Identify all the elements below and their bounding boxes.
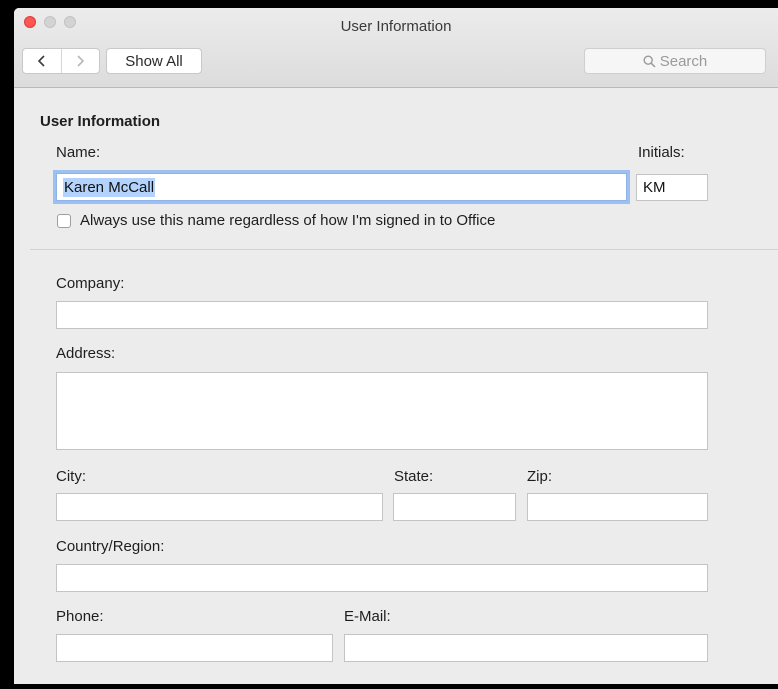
phone-field[interactable] bbox=[56, 634, 333, 662]
initials-field[interactable]: KM bbox=[636, 174, 708, 201]
user-information-pane: User Information Name: Karen McCall Init… bbox=[14, 88, 778, 684]
always-use-name-checkbox[interactable] bbox=[57, 214, 71, 228]
name-label: Name: bbox=[56, 144, 101, 161]
chevron-left-icon bbox=[37, 55, 45, 67]
preferences-window: User Information Show All Search User In… bbox=[14, 8, 778, 684]
initials-label: Initials: bbox=[638, 144, 685, 161]
country-region-label: Country/Region: bbox=[56, 538, 165, 555]
company-label: Company: bbox=[56, 275, 125, 292]
country-region-field[interactable] bbox=[56, 564, 708, 592]
chevron-right-icon bbox=[77, 55, 85, 67]
name-field-value: Karen McCall bbox=[63, 177, 156, 197]
address-label: Address: bbox=[56, 345, 116, 362]
state-field[interactable] bbox=[393, 493, 516, 521]
city-label: City: bbox=[56, 468, 86, 485]
section-divider bbox=[30, 249, 778, 250]
initials-field-value: KM bbox=[643, 179, 666, 196]
search-icon bbox=[643, 54, 656, 68]
window-title: User Information bbox=[340, 18, 452, 35]
forward-button[interactable] bbox=[60, 49, 100, 73]
search-field[interactable]: Search bbox=[584, 48, 766, 74]
company-field[interactable] bbox=[56, 301, 708, 329]
city-field[interactable] bbox=[56, 493, 383, 521]
navigation-buttons bbox=[22, 48, 100, 74]
state-label: State: bbox=[394, 468, 434, 485]
show-all-button[interactable]: Show All bbox=[106, 48, 202, 74]
address-field[interactable] bbox=[56, 372, 708, 450]
email-label: E-Mail: bbox=[344, 608, 391, 625]
email-field[interactable] bbox=[344, 634, 708, 662]
section-title: User Information bbox=[40, 113, 161, 130]
title-bar: User Information Show All Search bbox=[14, 8, 778, 88]
zip-field[interactable] bbox=[527, 493, 708, 521]
phone-label: Phone: bbox=[56, 608, 104, 625]
zip-label: Zip: bbox=[527, 468, 553, 485]
search-placeholder: Search bbox=[659, 52, 708, 70]
always-use-name-label[interactable]: Always use this name regardless of how I… bbox=[80, 212, 495, 229]
name-field[interactable]: Karen McCall bbox=[56, 173, 627, 201]
back-button[interactable] bbox=[23, 49, 61, 73]
